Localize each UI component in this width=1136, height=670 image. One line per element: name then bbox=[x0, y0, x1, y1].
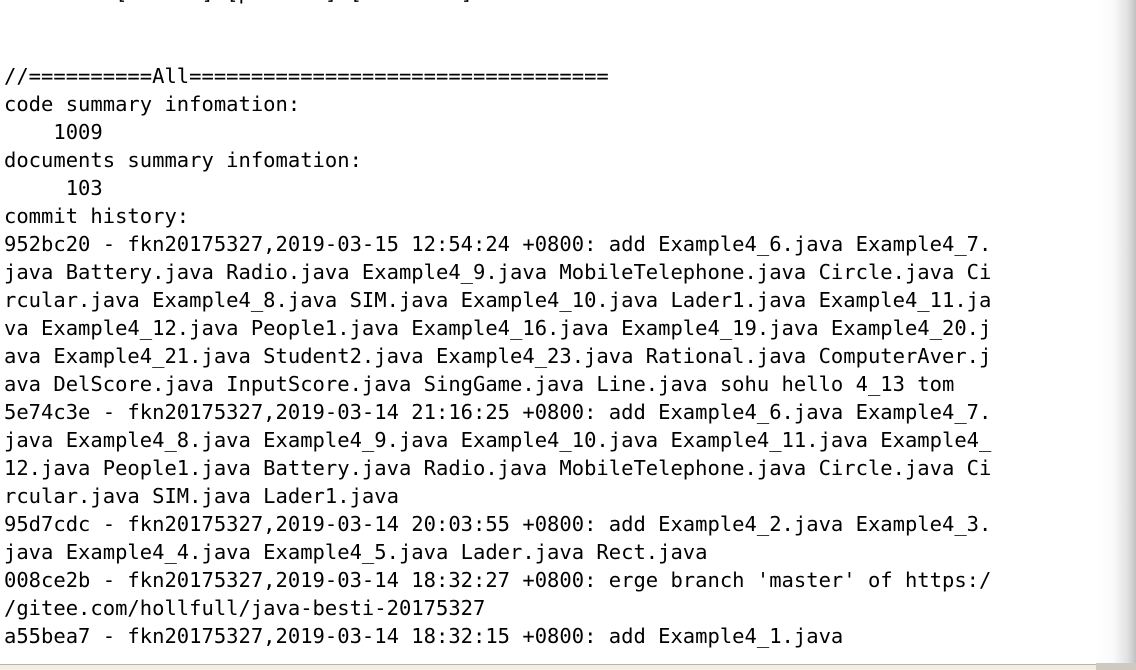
terminal-line: ava Example4_21.java Student2.java Examp… bbox=[4, 344, 992, 368]
terminal-line: 103 bbox=[4, 176, 103, 200]
terminal-line: 952bc20 - fkn20175327,2019-03-15 12:54:2… bbox=[4, 232, 992, 256]
terminal-text-block: [--null] [pattern] [file ...] //========… bbox=[4, 0, 991, 650]
terminal-line: rcular.java Example4_8.java SIM.java Exa… bbox=[4, 288, 992, 312]
terminal-line: code summary infomation: bbox=[4, 92, 301, 116]
bottom-window-edge bbox=[0, 664, 1136, 670]
terminal-line: /gitee.com/hollfull/java-besti-20175327 bbox=[4, 596, 486, 620]
terminal-line: rcular.java SIM.java Lader1.java bbox=[4, 484, 399, 508]
terminal-line: a55bea7 - fkn20175327,2019-03-14 18:32:1… bbox=[4, 624, 844, 648]
terminal-line: va Example4_12.java People1.java Example… bbox=[4, 316, 992, 340]
terminal-line: 5e74c3e - fkn20175327,2019-03-14 21:16:2… bbox=[4, 400, 992, 424]
terminal-line: 1009 bbox=[4, 120, 103, 144]
terminal-line: documents summary infomation: bbox=[4, 148, 362, 172]
right-edge-shadow bbox=[1096, 0, 1136, 670]
terminal-output-pane[interactable]: [--null] [pattern] [file ...] //========… bbox=[0, 0, 1136, 670]
terminal-line: commit history: bbox=[4, 204, 190, 228]
terminal-line: java Battery.java Radio.java Example4_9.… bbox=[4, 260, 992, 284]
terminal-line: java Example4_8.java Example4_9.java Exa… bbox=[4, 428, 992, 452]
terminal-line: 95d7cdc - fkn20175327,2019-03-14 20:03:5… bbox=[4, 512, 992, 536]
terminal-line: ava DelScore.java InputScore.java SingGa… bbox=[4, 372, 955, 396]
terminal-line: //==========All=========================… bbox=[4, 64, 609, 88]
terminal-line: 008ce2b - fkn20175327,2019-03-14 18:32:2… bbox=[4, 568, 992, 592]
terminal-line: 12.java People1.java Battery.java Radio.… bbox=[4, 456, 992, 480]
terminal-line: java Example4_4.java Example4_5.java Lad… bbox=[4, 540, 708, 564]
